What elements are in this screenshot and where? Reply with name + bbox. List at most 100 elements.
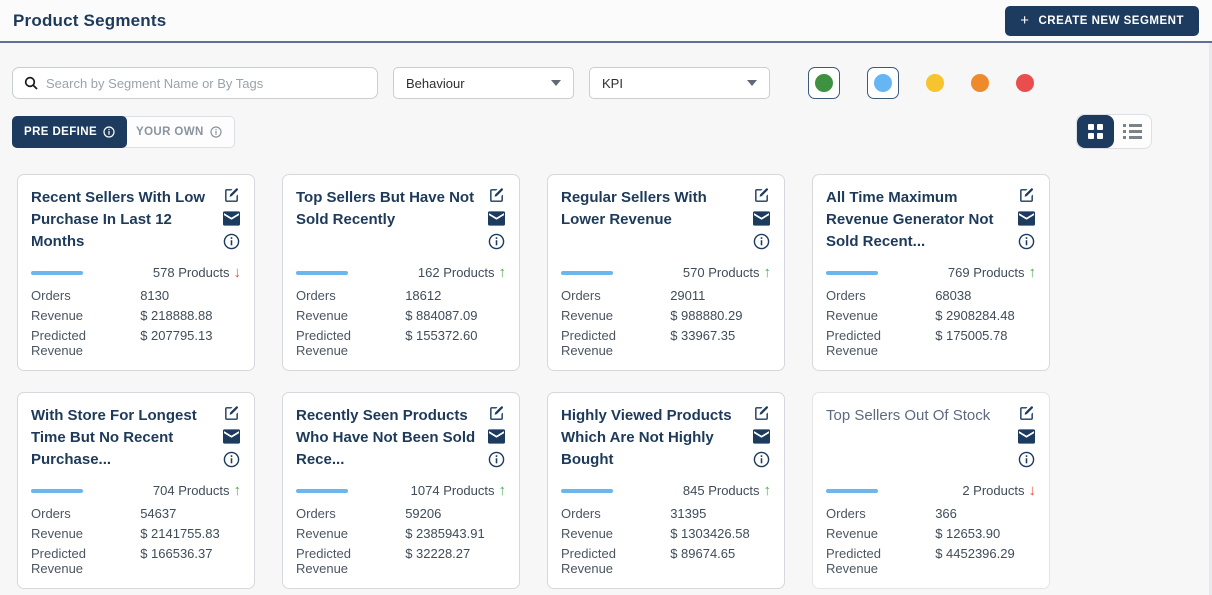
grid-view-button[interactable] [1077, 115, 1114, 148]
products-count-label: 704 Products [153, 483, 230, 498]
card-actions [486, 405, 506, 483]
edit-segment-icon[interactable] [1018, 405, 1035, 422]
predicted-revenue-label: Predicted Revenue [561, 546, 670, 576]
info-icon[interactable] [1018, 233, 1035, 250]
orders-value: 366 [935, 506, 957, 521]
card-meta: 2 Products ↓ [826, 483, 1036, 498]
color-filter-blue[interactable] [867, 67, 899, 99]
email-segment-icon[interactable] [223, 211, 240, 226]
spark-line [31, 489, 83, 493]
card-stats: Orders 29011 Revenue $ 988880.29 Predict… [561, 288, 771, 358]
color-filter-yellow[interactable] [926, 74, 944, 92]
card-meta: 704 Products ↑ [31, 483, 241, 498]
orders-value: 54637 [140, 506, 176, 521]
edit-segment-icon[interactable] [1018, 187, 1035, 204]
grid-view-icon [1088, 124, 1103, 139]
kpi-dropdown-value: KPI [602, 76, 623, 91]
products-count: 704 Products ↑ [153, 483, 241, 498]
orders-label: Orders [561, 506, 670, 521]
orders-value: 68038 [935, 288, 971, 303]
orders-value: 59206 [405, 506, 441, 521]
info-icon[interactable] [753, 451, 770, 468]
edit-segment-icon[interactable] [488, 187, 505, 204]
segment-card[interactable]: Highly Viewed Products Which Are Not Hig… [547, 392, 785, 589]
revenue-value: $ 218888.88 [140, 308, 212, 323]
segment-card[interactable]: Top Sellers But Have Not Sold Recently [282, 174, 520, 371]
email-segment-icon[interactable] [1018, 211, 1035, 226]
spark-line [561, 489, 613, 493]
revenue-value: $ 2908284.48 [935, 308, 1015, 323]
chevron-down-icon [747, 80, 757, 86]
tab-your-own-label: YOUR OWN [136, 126, 204, 138]
email-segment-icon[interactable] [753, 211, 770, 226]
edit-segment-icon[interactable] [488, 405, 505, 422]
info-icon[interactable] [753, 233, 770, 250]
card-meta: 570 Products ↑ [561, 265, 771, 280]
color-filter-green[interactable] [808, 67, 840, 99]
card-actions [751, 187, 771, 265]
color-filter-red[interactable] [1016, 74, 1034, 92]
revenue-value: $ 2141755.83 [140, 526, 220, 541]
search-input[interactable] [46, 76, 367, 91]
segment-card[interactable]: Recently Seen Products Who Have Not Been… [282, 392, 520, 589]
edit-segment-icon[interactable] [223, 187, 240, 204]
card-stats: Orders 18612 Revenue $ 884087.09 Predict… [296, 288, 506, 358]
predicted-revenue-value: $ 4452396.29 [935, 546, 1015, 576]
revenue-row: Revenue $ 2385943.91 [296, 526, 506, 541]
email-segment-icon[interactable] [488, 211, 505, 226]
orders-value: 18612 [405, 288, 441, 303]
segment-card[interactable]: All Time Maximum Revenue Generator Not S… [812, 174, 1050, 371]
info-icon[interactable] [488, 451, 505, 468]
create-new-segment-button[interactable]: + CREATE NEW SEGMENT [1005, 6, 1199, 36]
orders-row: Orders 29011 [561, 288, 771, 303]
trend-up-icon: ↑ [234, 483, 242, 498]
info-icon[interactable] [223, 451, 240, 468]
kpi-dropdown[interactable]: KPI [589, 67, 770, 99]
orders-value: 8130 [140, 288, 169, 303]
info-icon[interactable] [223, 233, 240, 250]
card-header: Recently Seen Products Who Have Not Been… [296, 405, 506, 483]
info-icon[interactable] [488, 233, 505, 250]
predicted-revenue-label: Predicted Revenue [826, 546, 935, 576]
card-meta: 1074 Products ↑ [296, 483, 506, 498]
card-actions [1016, 187, 1036, 265]
orders-row: Orders 31395 [561, 506, 771, 521]
search-box[interactable] [12, 67, 378, 99]
behaviour-dropdown[interactable]: Behaviour [393, 67, 574, 99]
products-count-label: 769 Products [948, 265, 1025, 280]
list-view-button[interactable] [1114, 115, 1151, 148]
email-segment-icon[interactable] [223, 429, 240, 444]
revenue-label: Revenue [31, 308, 140, 323]
edit-segment-icon[interactable] [753, 405, 770, 422]
segment-card[interactable]: Regular Sellers With Lower Revenue [547, 174, 785, 371]
revenue-row: Revenue $ 884087.09 [296, 308, 506, 323]
revenue-value: $ 884087.09 [405, 308, 477, 323]
orders-row: Orders 54637 [31, 506, 241, 521]
tab-your-own[interactable]: YOUR OWN [124, 116, 235, 148]
orders-label: Orders [826, 506, 935, 521]
segment-card[interactable]: With Store For Longest Time But No Recen… [17, 392, 255, 589]
email-segment-icon[interactable] [1018, 429, 1035, 444]
chevron-down-icon [551, 80, 561, 86]
email-segment-icon[interactable] [488, 429, 505, 444]
revenue-value: $ 988880.29 [670, 308, 742, 323]
revenue-label: Revenue [296, 308, 405, 323]
revenue-label: Revenue [561, 308, 670, 323]
info-icon[interactable] [1018, 451, 1035, 468]
color-filter-orange[interactable] [971, 74, 989, 92]
segment-card[interactable]: Top Sellers Out Of Stock [812, 392, 1050, 589]
spark-line [296, 271, 348, 275]
edit-segment-icon[interactable] [223, 405, 240, 422]
card-header: Highly Viewed Products Which Are Not Hig… [561, 405, 771, 483]
segment-card[interactable]: Recent Sellers With Low Purchase In Last… [17, 174, 255, 371]
segment-title: Regular Sellers With Lower Revenue [561, 187, 751, 265]
trend-down-icon: ↓ [1029, 483, 1037, 498]
card-actions [221, 405, 241, 483]
tab-pre-define[interactable]: PRE DEFINE [12, 116, 127, 148]
card-header: Top Sellers But Have Not Sold Recently [296, 187, 506, 265]
create-new-segment-label: CREATE NEW SEGMENT [1038, 15, 1184, 27]
edit-segment-icon[interactable] [753, 187, 770, 204]
orange-dot-icon [971, 74, 989, 92]
segment-title: All Time Maximum Revenue Generator Not S… [826, 187, 1016, 265]
email-segment-icon[interactable] [753, 429, 770, 444]
